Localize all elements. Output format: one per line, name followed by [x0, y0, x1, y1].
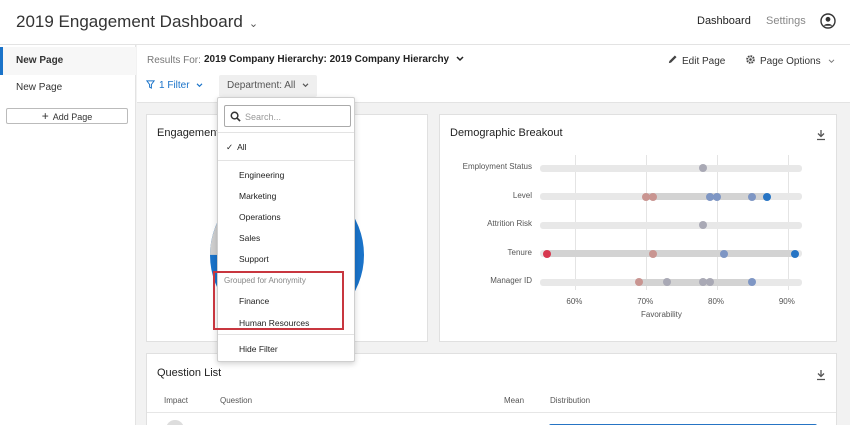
table-divider	[147, 412, 836, 413]
nav-dashboard-link[interactable]: Dashboard	[697, 15, 751, 27]
pencil-icon	[668, 55, 677, 64]
demographic-row-label: Attrition Risk	[487, 219, 532, 228]
chevron-down-icon	[829, 59, 835, 64]
top-bar: 2019 Engagement Dashboard ⌄ Dashboard Set…	[0, 0, 850, 45]
dropdown-divider	[218, 160, 354, 161]
funnel-icon	[145, 80, 156, 89]
chevron-down-icon: ⌄	[248, 18, 259, 30]
demographic-data-point[interactable]	[720, 249, 729, 258]
add-page-button[interactable]: + Add Page	[6, 108, 128, 124]
demographic-row-label: Level	[512, 190, 532, 200]
download-icon[interactable]	[816, 369, 826, 381]
demographic-data-point[interactable]	[748, 192, 757, 201]
dropdown-item-engineering[interactable]: Engineering	[218, 170, 354, 180]
demographic-data-point[interactable]	[543, 249, 552, 258]
chevron-down-icon	[302, 83, 309, 88]
department-filter-button[interactable]: Department: All	[219, 75, 318, 97]
gear-icon	[746, 55, 755, 64]
dropdown-divider	[218, 132, 354, 133]
dropdown-item-sales[interactable]: Sales	[218, 233, 354, 243]
demographic-data-point[interactable]	[698, 164, 707, 172]
x-axis-label: Favorability	[641, 310, 682, 319]
demographic-data-point[interactable]	[698, 221, 707, 229]
page-options-label: Page Options	[760, 56, 821, 67]
engagement-card-title: Engagement	[157, 127, 220, 139]
x-tick-label: 90%	[778, 297, 795, 306]
demographic-data-point[interactable]	[762, 192, 771, 201]
nav-settings-link[interactable]: Settings	[766, 15, 806, 27]
demographic-row-label: Employment Status	[462, 162, 532, 171]
dashboard-title: 2019 Engagement Dashboard	[16, 12, 243, 31]
x-tick-label: 80%	[708, 297, 725, 306]
results-for-dropdown[interactable]: 2019 Company Hierarchy: 2019 Company Hie…	[204, 54, 464, 65]
column-header-distribution[interactable]: Distribution	[550, 396, 590, 405]
search-input[interactable]	[245, 109, 345, 124]
column-header-mean[interactable]: Mean	[504, 396, 524, 405]
results-value: 2019 Company Hierarchy: 2019 Company Hie…	[204, 54, 450, 65]
demographic-data-point[interactable]	[649, 249, 658, 258]
demographic-data-point[interactable]	[649, 192, 658, 201]
sidebar-item-new-page-active[interactable]: New Page	[0, 47, 136, 75]
filter-count-label: 1 Filter	[159, 80, 190, 91]
chevron-down-icon	[456, 56, 464, 62]
anonymity-group-highlight	[213, 271, 344, 330]
question-list-card: Question List Impact Question Mean Distr…	[146, 353, 837, 425]
page-options-button[interactable]: Page Options	[745, 54, 835, 67]
demographic-range-bar	[639, 278, 753, 286]
column-header-impact[interactable]: Impact	[164, 396, 188, 405]
results-for-label: Results For:	[147, 55, 201, 66]
demographic-range-bar	[547, 250, 795, 257]
chevron-down-icon	[196, 83, 203, 88]
demographic-row-track	[540, 221, 802, 229]
hide-filter-button[interactable]: Hide Filter	[218, 344, 354, 354]
dropdown-item-operations[interactable]: Operations	[218, 212, 354, 222]
dropdown-item-all[interactable]: ✓ All	[218, 142, 354, 153]
user-account-icon[interactable]	[820, 13, 836, 29]
demographic-row-track	[540, 164, 802, 172]
edit-page-label: Edit Page	[682, 56, 726, 67]
search-field[interactable]	[224, 105, 351, 127]
column-header-question[interactable]: Question	[220, 396, 252, 405]
dropdown-item-support[interactable]: Support	[218, 254, 354, 264]
checkmark-icon: ✓	[226, 142, 234, 152]
x-tick-label: 70%	[637, 297, 654, 306]
add-page-label: Add Page	[52, 112, 93, 122]
search-icon	[230, 111, 241, 122]
demographic-data-point[interactable]	[713, 192, 722, 201]
dropdown-item-all-label: All	[237, 142, 247, 152]
demographic-card-title: Demographic Breakout	[450, 127, 563, 139]
question-list-title: Question List	[157, 367, 222, 379]
dropdown-item-marketing[interactable]: Marketing	[218, 191, 354, 201]
edit-page-button[interactable]: Edit Page	[667, 54, 725, 67]
x-tick-label: 60%	[566, 297, 583, 306]
department-filter-label: Department: All	[227, 80, 296, 91]
demographic-data-point[interactable]	[790, 249, 799, 258]
dashboard-title-dropdown[interactable]: 2019 Engagement Dashboard ⌄	[16, 12, 258, 32]
impact-indicator	[166, 420, 184, 425]
download-icon[interactable]	[816, 129, 826, 141]
results-subheader: Results For: 2019 Company Hierarchy: 201…	[137, 45, 850, 103]
sidebar-item-new-page[interactable]: New Page	[0, 74, 136, 102]
filter-toggle-button[interactable]: 1 Filter	[145, 80, 203, 91]
page-sidebar: New Page New Page + Add Page	[0, 45, 136, 425]
dropdown-divider	[218, 334, 354, 335]
demographic-data-point[interactable]	[705, 278, 714, 286]
demographic-row-label: Manager ID	[490, 276, 532, 285]
plus-icon: +	[41, 109, 49, 123]
demographic-breakout-card: Demographic Breakout 60% 70% 80% 90% Employm…	[439, 114, 837, 342]
demographic-row-label: Tenure	[507, 247, 532, 257]
